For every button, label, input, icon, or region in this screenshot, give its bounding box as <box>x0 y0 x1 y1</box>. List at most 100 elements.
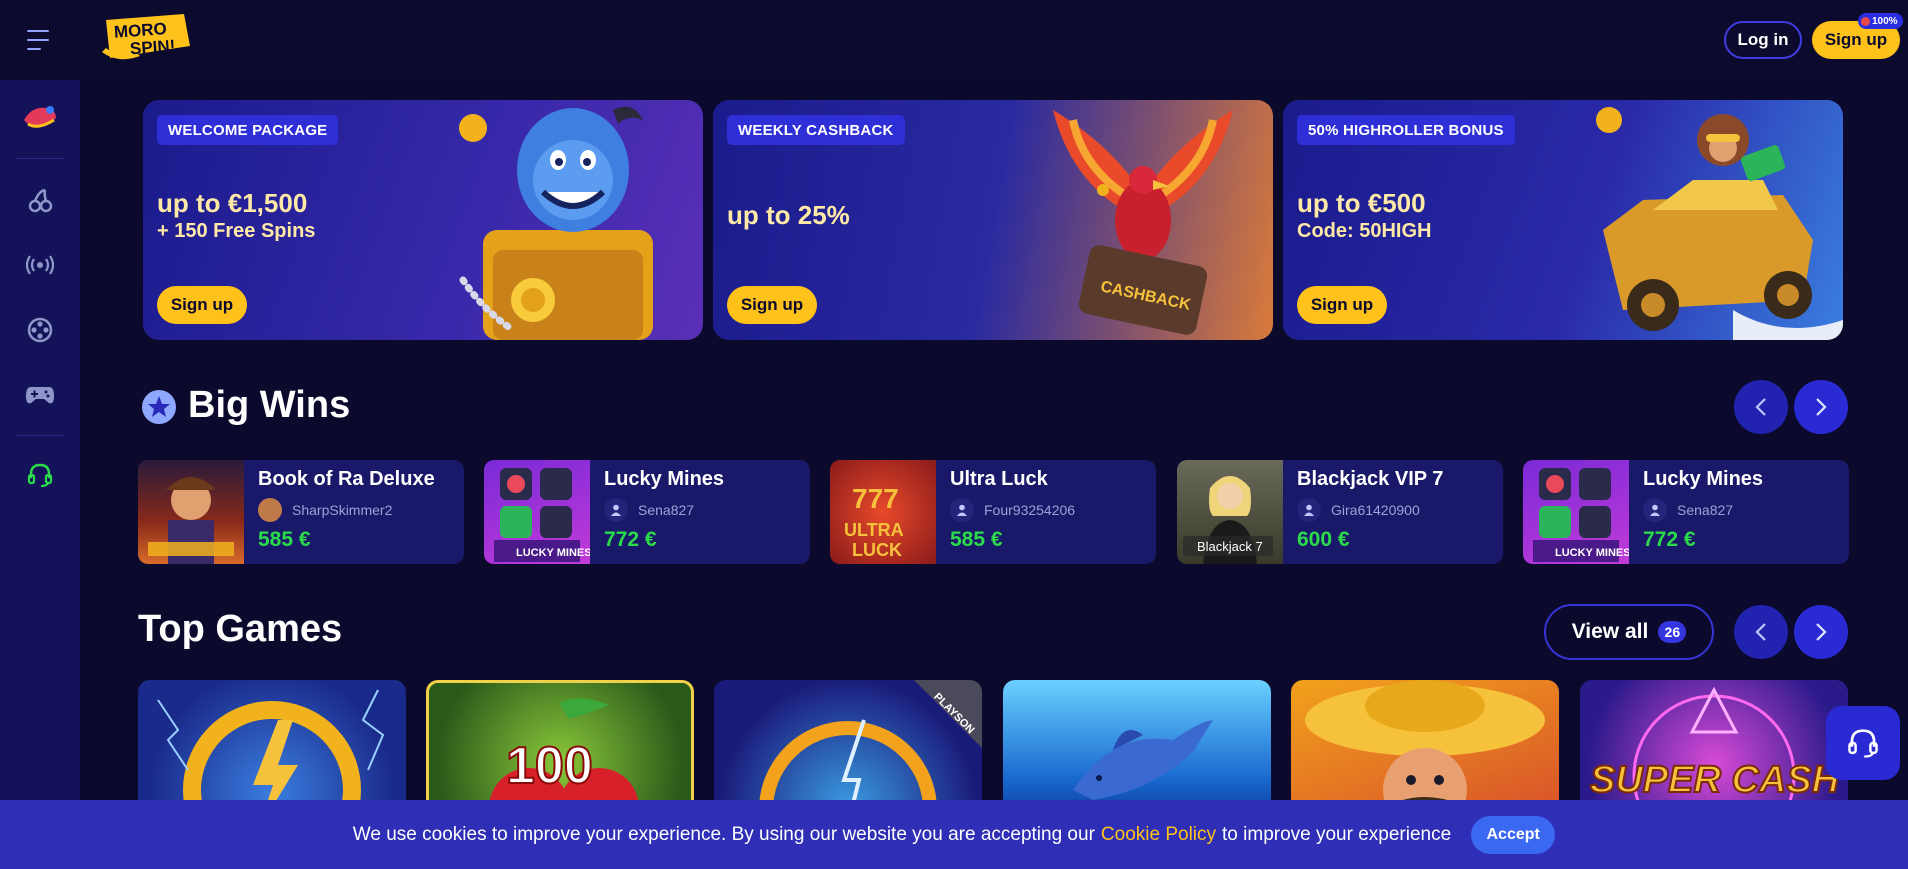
game-tile[interactable] <box>1003 680 1271 820</box>
game-thumbnail <box>138 460 244 564</box>
game-thumbnail: LUCKY MINES <box>484 460 592 564</box>
win-game-name: Ultra Luck <box>950 468 1048 490</box>
big-wins-prev-button[interactable] <box>1734 380 1788 434</box>
cookie-banner: We use cookies to improve your experienc… <box>0 800 1908 869</box>
top-games-prev-button[interactable] <box>1734 605 1788 659</box>
win-username: SharpSkimmer2 <box>292 502 393 518</box>
gift-icon <box>1861 16 1870 26</box>
banner-subline: + 150 Free Spins <box>157 220 316 242</box>
top-games-next-button[interactable] <box>1794 605 1848 659</box>
big-win-card[interactable]: Book of Ra Deluxe SharpSkimmer2 585 € <box>138 460 464 564</box>
view-all-button[interactable]: View all 26 <box>1544 604 1714 660</box>
win-username: Sena827 <box>638 502 695 518</box>
signup-bonus-badge: 100% <box>1858 13 1903 29</box>
view-all-label: View all <box>1571 620 1649 643</box>
svg-text:LUCKY MINES: LUCKY MINES <box>516 547 590 559</box>
win-amount: 600 € <box>1297 528 1350 551</box>
banner-headline: up to €1,500 <box>157 188 308 218</box>
svg-text:777: 777 <box>852 483 899 514</box>
site-logo[interactable]: MORO SPIN! <box>100 12 192 64</box>
game-tile[interactable]: 100 <box>426 680 694 820</box>
win-amount: 772 € <box>1643 528 1696 551</box>
game-tile[interactable]: SUPER CASH <box>1580 680 1848 820</box>
cookie-policy-link[interactable]: Cookie Policy <box>1101 824 1216 846</box>
genie-chest-art <box>459 106 653 340</box>
win-user: SharpSkimmer2 <box>258 498 392 522</box>
win-game-name: Lucky Mines <box>604 468 725 490</box>
signup-badge-text: 100% <box>1872 15 1898 27</box>
game-thumbnail: Blackjack 7 <box>1177 460 1283 564</box>
banner-signup-button[interactable]: Sign up <box>1297 286 1387 324</box>
banner-tag: 50% HIGHROLLER BONUS <box>1297 115 1515 145</box>
win-amount: 585 € <box>950 528 1003 551</box>
chevron-left-icon <box>1755 623 1766 641</box>
win-game-name: Lucky Mines <box>1643 468 1764 490</box>
svg-text:Blackjack 7: Blackjack 7 <box>1197 539 1263 554</box>
login-button[interactable]: Log in <box>1724 21 1802 59</box>
win-username: Four93254206 <box>984 502 1076 518</box>
user-avatar <box>258 498 282 522</box>
win-username: Gira61420900 <box>1331 502 1420 518</box>
big-win-card[interactable]: LUCKY MINES Lucky Mines Sena827 772 € <box>1523 460 1849 564</box>
banner-highroller-bonus[interactable]: 50% HIGHROLLER BONUS up to €500 Code: 50… <box>1283 100 1843 340</box>
banner-welcome-package[interactable]: WELCOME PACKAGE up to €1,500 + 150 Free … <box>143 100 703 340</box>
svg-text:LUCK: LUCK <box>852 540 902 560</box>
game-tile[interactable]: PLAYSON <box>714 680 982 820</box>
live-broadcast-icon[interactable] <box>20 245 60 285</box>
svg-text:SPIN!: SPIN! <box>129 36 176 58</box>
win-amount: 772 € <box>604 528 657 551</box>
banner-signup-button[interactable]: Sign up <box>157 286 247 324</box>
big-wins-next-button[interactable] <box>1794 380 1848 434</box>
win-user: Four93254206 <box>950 498 1075 522</box>
cookie-text-after: to improve your experience <box>1222 823 1452 845</box>
top-games-title: Top Games <box>138 608 343 650</box>
sidebar <box>0 80 80 869</box>
game-tile[interactable] <box>1291 680 1559 820</box>
banner-headline: up to €500 <box>1297 188 1426 218</box>
win-amount: 585 € <box>258 528 311 551</box>
phoenix-cashback-art: CASHBACK <box>1053 110 1233 335</box>
game-tile[interactable] <box>138 680 406 820</box>
cherries-icon[interactable] <box>20 180 60 220</box>
user-icon <box>1643 498 1667 522</box>
chevron-left-icon <box>1755 398 1766 416</box>
gamepad-icon[interactable] <box>20 375 60 415</box>
star-icon <box>142 390 176 424</box>
big-win-card[interactable]: LUCKY MINES Lucky Mines Sena827 772 € <box>484 460 810 564</box>
game-tile-text: SUPER CASH <box>1590 759 1841 801</box>
win-game-name: Blackjack VIP 7 <box>1297 468 1444 490</box>
big-win-card[interactable]: 777 ULTRA LUCK Ultra Luck Four93254206 585… <box>830 460 1156 564</box>
game-tile-text: 100 <box>506 737 593 795</box>
svg-text:ULTRA: ULTRA <box>844 520 904 540</box>
banner-subline: Code: 50HIGH <box>1297 220 1432 242</box>
monkey-car-art <box>1596 107 1843 340</box>
view-all-count: 26 <box>1658 621 1687 643</box>
cookie-text: We use cookies to improve your experienc… <box>352 823 1095 845</box>
user-icon <box>604 498 628 522</box>
film-reel-icon[interactable] <box>20 310 60 350</box>
win-game-name: Book of Ra Deluxe <box>258 468 435 490</box>
banner-headline: up to 25% <box>727 200 850 230</box>
win-user: Sena827 <box>1643 498 1733 522</box>
game-thumbnail: LUCKY MINES <box>1523 460 1631 564</box>
chevron-right-icon <box>1816 398 1827 416</box>
headset-icon[interactable] <box>20 455 60 495</box>
magic-carpet-icon[interactable] <box>20 98 60 138</box>
support-chat-button[interactable] <box>1826 706 1900 780</box>
banner-tag: WEEKLY CASHBACK <box>727 115 905 145</box>
svg-text:LUCKY MINES: LUCKY MINES <box>1555 547 1629 559</box>
banner-signup-button[interactable]: Sign up <box>727 286 817 324</box>
big-wins-title: Big Wins <box>188 384 351 426</box>
win-user: Sena827 <box>604 498 694 522</box>
top-bar: MORO SPIN! Log in Sign up 100% <box>0 0 1908 80</box>
banner-weekly-cashback[interactable]: CASHBACK WEEKLY CASHBACK up to 25% Sign … <box>713 100 1273 340</box>
game-thumbnail: 777 ULTRA LUCK <box>830 460 936 564</box>
accept-cookies-button[interactable]: Accept <box>1471 815 1556 854</box>
hamburger-icon[interactable] <box>27 30 51 50</box>
win-user: Gira61420900 <box>1297 498 1420 522</box>
banner-tag: WELCOME PACKAGE <box>157 115 339 145</box>
win-username: Sena827 <box>1677 502 1734 518</box>
big-win-card[interactable]: Blackjack 7 Blackjack VIP 7 Gira61420900… <box>1177 460 1503 564</box>
chevron-right-icon <box>1816 623 1827 641</box>
user-icon <box>1297 498 1321 522</box>
